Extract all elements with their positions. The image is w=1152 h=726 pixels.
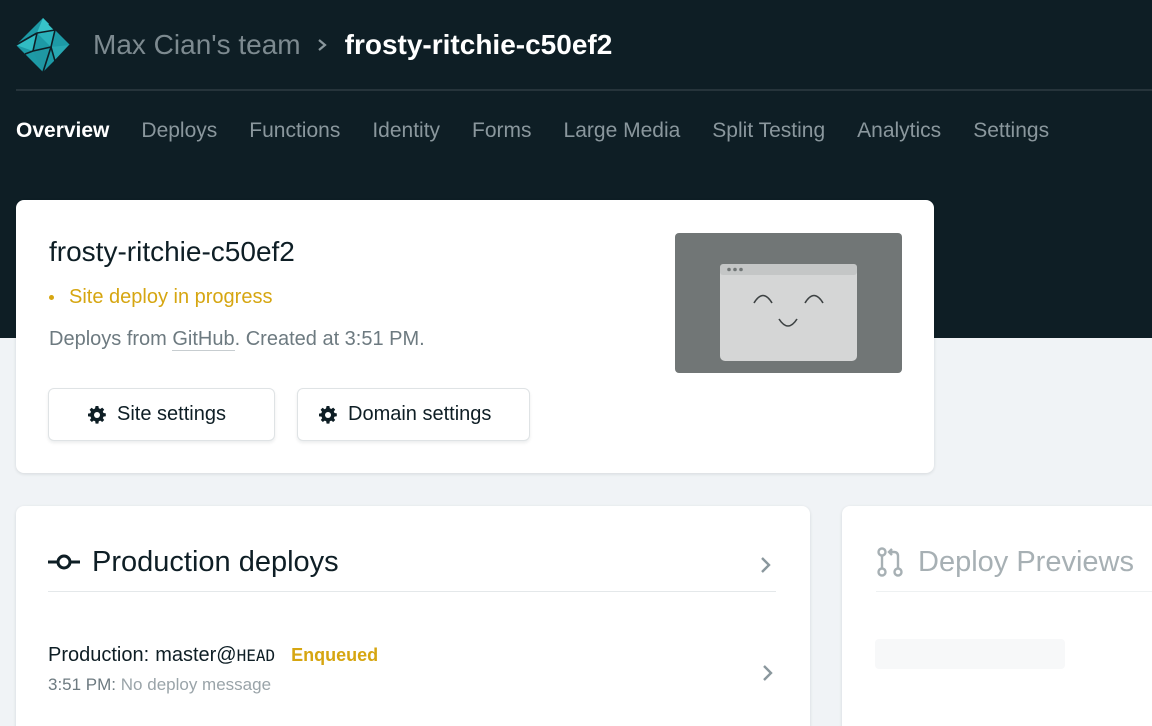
production-deploys-header[interactable]: Production deploys — [48, 542, 776, 592]
chevron-right-icon — [317, 39, 327, 51]
github-link[interactable]: GitHub — [172, 328, 235, 351]
domain-settings-label: Domain settings — [348, 403, 492, 425]
pull-request-icon — [877, 547, 903, 577]
deploy-time: 3:51 PM: — [48, 675, 117, 694]
chevron-right-icon[interactable] — [760, 664, 774, 682]
domain-settings-button[interactable]: Domain settings — [297, 388, 530, 441]
site-nav: Overview Deploys Functions Identity Form… — [16, 116, 1081, 146]
team-breadcrumb-link[interactable]: Max Cian's team — [93, 29, 301, 61]
deploy-status-badge: Enqueued — [291, 645, 379, 665]
header-divider — [16, 89, 1152, 91]
site-settings-label: Site settings — [117, 403, 226, 425]
nav-identity[interactable]: Identity — [372, 116, 440, 146]
deploy-previews-card: Deploy Previews — [842, 506, 1152, 726]
production-deploys-card: Production deploys Production: master@ HE… — [16, 506, 810, 726]
site-card-title: frosty-ritchie-c50ef2 — [49, 236, 295, 267]
browser-smile-icon — [720, 264, 857, 361]
deploy-branch: master@ — [155, 644, 237, 666]
site-settings-button[interactable]: Site settings — [48, 388, 275, 441]
deploy-message: No deploy message — [120, 675, 272, 694]
chevron-right-icon[interactable] — [758, 556, 772, 574]
site-preview-thumbnail[interactable] — [675, 233, 902, 373]
loading-placeholder — [875, 639, 1065, 669]
nav-forms[interactable]: Forms — [472, 116, 532, 146]
meta-suffix: . Created at 3:51 PM. — [234, 328, 425, 350]
deploy-previews-title: Deploy Previews — [918, 546, 1134, 578]
nav-functions[interactable]: Functions — [249, 116, 340, 146]
header: Max Cian's team frosty-ritchie-c50ef2 — [0, 0, 1152, 90]
nav-large-media[interactable]: Large Media — [564, 116, 681, 146]
deploy-context-colon: : — [143, 644, 150, 666]
netlify-logo-icon[interactable] — [15, 17, 71, 73]
site-overview-card: frosty-ritchie-c50ef2 Site deploy in pro… — [16, 200, 934, 473]
deploy-status: Site deploy in progress — [49, 286, 272, 309]
commit-icon — [48, 554, 80, 570]
nav-settings[interactable]: Settings — [973, 116, 1049, 146]
site-name-title: frosty-ritchie-c50ef2 — [344, 29, 613, 60]
status-dot — [49, 295, 54, 300]
gear-icon — [88, 405, 106, 424]
deploy-detail: 3:51 PM: No deploy message — [48, 675, 378, 695]
meta-prefix: Deploys from — [49, 328, 173, 350]
site-meta: Deploys from GitHub. Created at 3:51 PM. — [49, 328, 425, 351]
deploy-summary: Production: master@ HEAD Enqueued — [48, 644, 378, 667]
deploy-list-item[interactable]: Production: master@ HEAD Enqueued 3:51 PM… — [48, 644, 378, 695]
nav-deploys[interactable]: Deploys — [141, 116, 217, 146]
deploy-status-text: Site deploy in progress — [69, 286, 273, 308]
deploy-ref: HEAD — [236, 646, 276, 665]
nav-analytics[interactable]: Analytics — [857, 116, 941, 146]
deploy-previews-header[interactable]: Deploy Previews — [876, 542, 1152, 592]
deploy-context: Production — [48, 644, 144, 666]
production-deploys-title: Production deploys — [92, 546, 339, 578]
nav-overview[interactable]: Overview — [16, 116, 109, 146]
gear-icon — [319, 405, 337, 424]
nav-split-testing[interactable]: Split Testing — [712, 116, 825, 146]
